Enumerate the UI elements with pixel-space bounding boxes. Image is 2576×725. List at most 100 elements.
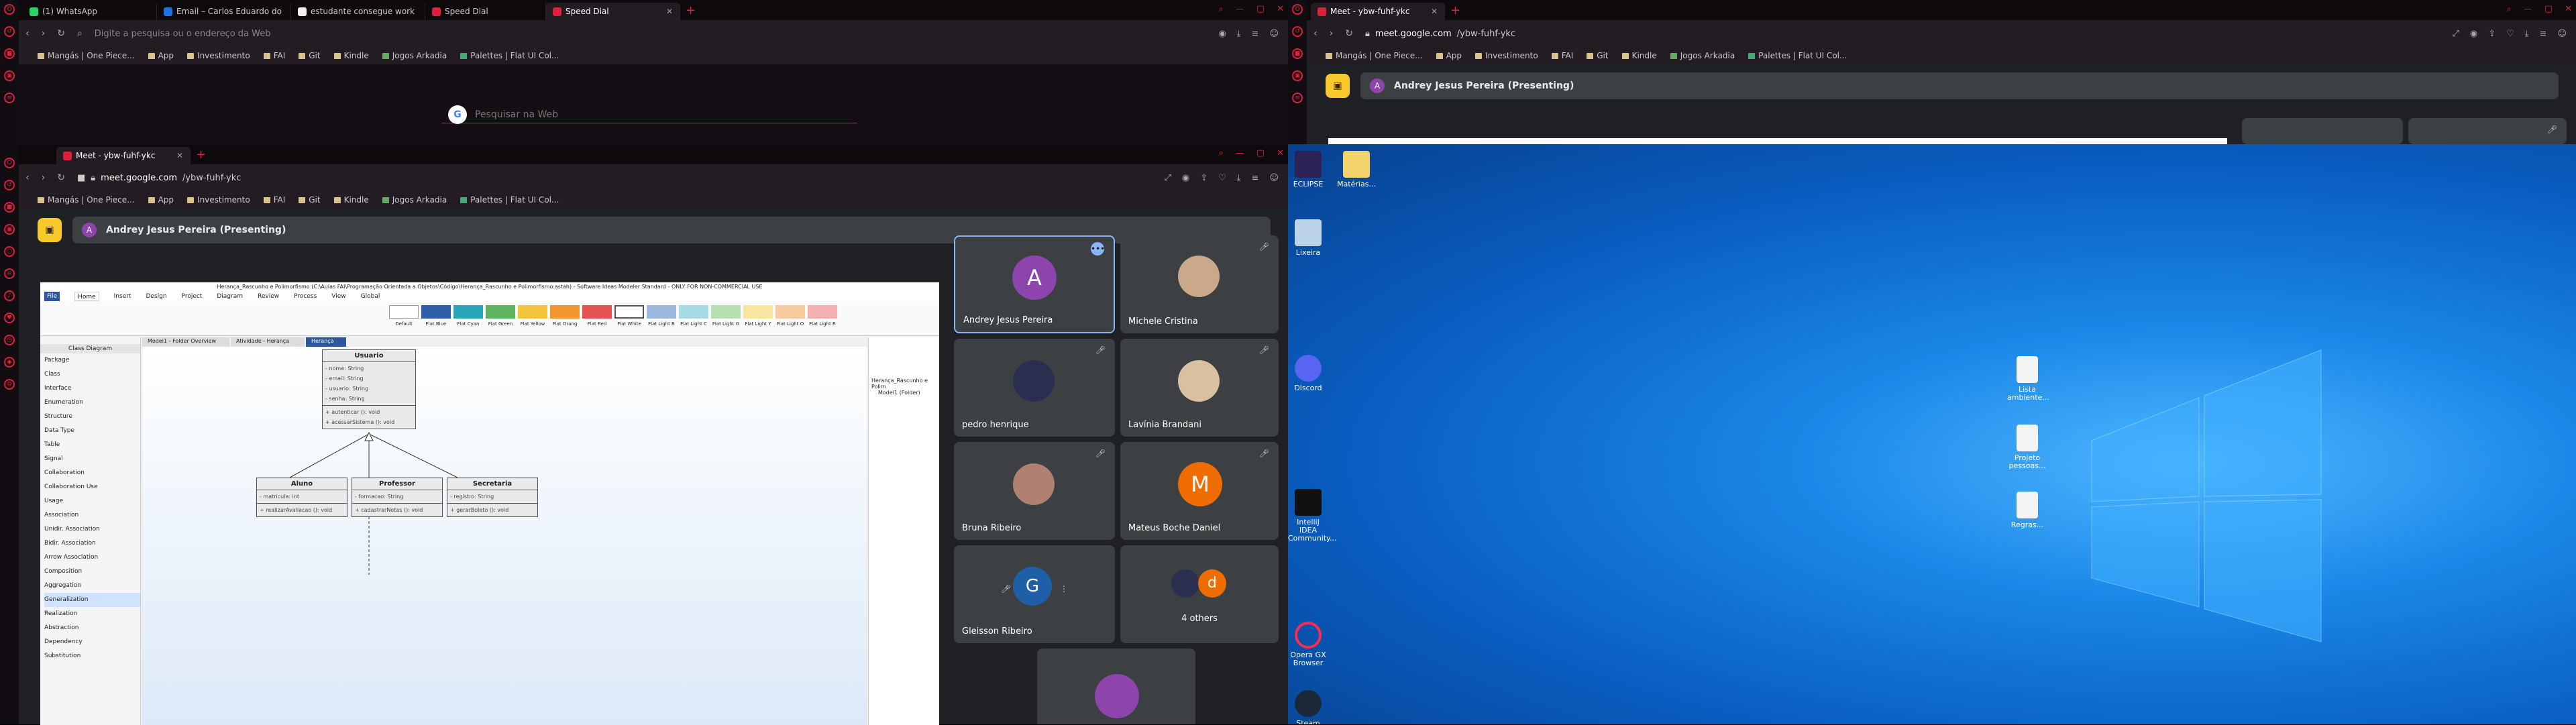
close-icon[interactable]: ✕ [2565, 4, 2572, 14]
bookmark-item[interactable]: Palettes | Flat UI Col... [1748, 51, 1847, 60]
desktop-icon-document[interactable]: Projeto pessoas... [2007, 425, 2047, 470]
reload-icon[interactable]: ↻ [57, 28, 65, 39]
address-input[interactable]: Digite a pesquisa ou o endereço da Web [95, 29, 271, 39]
bookmark-item[interactable]: App [148, 51, 174, 60]
music-icon[interactable]: ♪ [4, 290, 15, 301]
extension-icon[interactable]: ⤢ [1164, 173, 1171, 183]
new-tab-button[interactable]: + [686, 3, 696, 17]
history-icon[interactable]: ↺ [4, 26, 15, 37]
bookmark-item[interactable]: Git [299, 195, 321, 205]
camera-icon[interactable]: ◉ [1218, 29, 1226, 39]
download-icon[interactable]: ⤓ [1237, 173, 1241, 183]
participant-tile[interactable]: M 🎤︎ Mateus Boche Daniel [1120, 442, 1279, 540]
palette-item[interactable]: Collaboration Use [44, 480, 140, 494]
bookmark-item[interactable]: Palettes | Flat UI Col... [460, 195, 559, 205]
desktop-icon-steam[interactable]: Steam [1288, 690, 1328, 724]
stop-presenting-icon[interactable]: ▣ [1326, 74, 1350, 98]
camera-icon[interactable]: ◉ [1182, 173, 1189, 183]
palette-item[interactable]: Package [44, 353, 140, 368]
palette-item[interactable]: Class [44, 368, 140, 382]
bookmark-item[interactable]: Jogos Arkadia [382, 195, 447, 205]
menu-icon[interactable]: ≡ [2540, 29, 2547, 39]
tab-meet[interactable]: Meet - ybw-fuhf-ykc ✕ [1311, 3, 1445, 20]
style-swatch[interactable] [775, 305, 805, 319]
doc-tab[interactable]: Atividade - Herança [231, 337, 305, 347]
palette-item[interactable]: Arrow Association [44, 551, 140, 565]
bookmark-item[interactable]: Git [299, 51, 321, 60]
palette-item[interactable]: Dependency [44, 635, 140, 649]
profile-icon[interactable]: ☺ [2557, 29, 2567, 39]
bookmark-star-icon[interactable]: ♡ [1218, 173, 1226, 183]
shopping-icon[interactable]: ■ [4, 48, 15, 59]
bookmark-item[interactable]: Kindle [333, 195, 369, 205]
palette-item[interactable]: Aggregation [44, 579, 140, 593]
menu-process[interactable]: Process [294, 292, 317, 301]
maximize-icon[interactable]: ▢ [2544, 4, 2553, 14]
desktop-icon-folder[interactable]: Matérias... [1336, 151, 1377, 188]
whatsapp-sidebar-icon[interactable]: ○ [4, 246, 15, 257]
download-icon[interactable]: ⤓ [2525, 29, 2529, 39]
style-swatch[interactable] [518, 305, 547, 319]
tab-speed-dial[interactable]: Speed Dial [425, 3, 546, 20]
desktop-icon-discord[interactable]: Discord [1288, 355, 1328, 392]
share-icon[interactable]: ⇪ [2488, 29, 2496, 39]
opera-logo-icon[interactable]: O [4, 158, 15, 168]
style-swatch[interactable] [647, 305, 676, 319]
bookmark-item[interactable]: Kindle [1621, 51, 1657, 60]
style-swatch[interactable] [486, 305, 515, 319]
more-options-icon[interactable]: ⋮ [1060, 584, 1068, 594]
diagram-canvas[interactable]: Usuario - nome: String - email: String - us… [142, 347, 867, 725]
palette-item[interactable]: Unidir. Association [44, 522, 140, 537]
bookmark-item[interactable]: App [148, 195, 174, 205]
bookmark-item[interactable]: Kindle [333, 51, 369, 60]
web-search-box[interactable]: G Pesquisar na Web [441, 105, 857, 124]
uml-class-professor[interactable]: Professor - formacao: String + cadastrarNo… [352, 478, 443, 517]
palette-item[interactable]: Interface [44, 382, 140, 396]
bookmark-item[interactable]: Investimento [187, 51, 250, 60]
opera-logo-icon[interactable]: O [1292, 4, 1303, 15]
cube-icon[interactable]: ◆ [4, 357, 15, 368]
menu-icon[interactable]: ≡ [1252, 173, 1259, 183]
minimize-icon[interactable]: — [1236, 4, 1244, 14]
doc-tab-active[interactable]: Herança [306, 337, 346, 347]
palette-item[interactable]: Collaboration [44, 466, 140, 480]
doc-tab[interactable]: Model1 - Folder Overview [142, 337, 229, 347]
menu-view[interactable]: View [331, 292, 345, 301]
palette-item[interactable]: Association [44, 508, 140, 522]
bookmark-item[interactable]: Jogos Arkadia [1670, 51, 1735, 60]
participant-tile[interactable]: 🎤︎ [2408, 118, 2567, 144]
search-tabs-icon[interactable]: ⌕ [2507, 4, 2512, 14]
url-field[interactable]: 🔒︎ meet.google.com/ybw-fuhf-ykc [1365, 29, 1515, 39]
close-tab-icon[interactable]: ✕ [1431, 7, 1438, 16]
palette-item[interactable]: Abstraction [44, 621, 140, 635]
stop-presenting-icon[interactable]: ▣ [38, 218, 62, 242]
project-item[interactable]: Model1 (Folder) [869, 390, 939, 396]
url-field[interactable]: ■ 🔒︎ meet.google.com/ybw-fuhf-ykc [77, 173, 241, 183]
reload-icon[interactable]: ↻ [1345, 28, 1353, 39]
palette-item[interactable]: Usage [44, 494, 140, 508]
participant-tile[interactable]: 🎤︎ Lavínia Brandani [1120, 339, 1279, 437]
tab-speed-dial-active[interactable]: Speed Dial ✕ [546, 3, 680, 20]
maximize-icon[interactable]: ▢ [1256, 4, 1265, 14]
style-swatch[interactable] [389, 305, 419, 319]
participant-tile-partial[interactable] [1037, 649, 1195, 724]
share-icon[interactable]: ⇪ [1200, 173, 1208, 183]
desktop-icon-document[interactable]: Regras... [2007, 492, 2047, 529]
palette-item[interactable]: Signal [44, 452, 140, 466]
bookmark-item[interactable]: Mangás | One Piece... [38, 51, 135, 60]
style-swatch[interactable] [453, 305, 483, 319]
bookmark-item[interactable]: Investimento [187, 195, 250, 205]
style-swatch[interactable] [550, 305, 580, 319]
bookmark-item[interactable]: App [1436, 51, 1462, 60]
style-swatch[interactable] [421, 305, 451, 319]
desktop-icon-opera-gx[interactable]: Opera GX Browser [1288, 622, 1328, 667]
heart-icon[interactable]: ♥ [4, 313, 15, 323]
bookmark-item[interactable]: Mangás | One Piece... [38, 195, 135, 205]
menu-global[interactable]: Global [361, 292, 380, 301]
palette-item[interactable]: Enumeration [44, 396, 140, 410]
palette-item[interactable]: Substitution [44, 649, 140, 663]
opera-logo-icon[interactable]: O [4, 4, 15, 15]
menu-project[interactable]: Project [182, 292, 203, 301]
style-swatch[interactable] [743, 305, 773, 319]
back-icon[interactable]: ‹ [25, 172, 30, 183]
